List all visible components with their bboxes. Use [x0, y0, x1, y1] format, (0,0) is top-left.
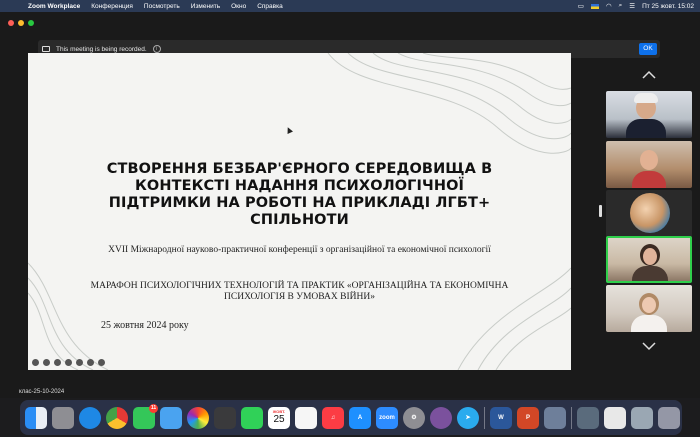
recording-icon — [42, 46, 50, 52]
participant-avatar-tile[interactable] — [606, 190, 692, 237]
music-icon[interactable]: ♫ — [322, 406, 344, 429]
participant-face — [642, 297, 656, 313]
zoom-in-icon[interactable] — [54, 359, 61, 366]
clock[interactable]: Пт 25 жовт. 15:02 — [642, 3, 694, 10]
recording-message: This meeting is being recorded. — [56, 45, 147, 53]
powerpoint-icon[interactable]: P — [517, 406, 539, 429]
panel-resize-handle[interactable] — [599, 205, 602, 217]
menu-edit[interactable]: Изменить — [191, 3, 220, 10]
participant-face — [640, 150, 658, 170]
minimize-window-button[interactable] — [18, 20, 24, 26]
app-store-icon[interactable]: A — [349, 406, 371, 429]
photo-booth-icon[interactable] — [214, 406, 236, 429]
battery-icon[interactable]: ▭ — [578, 2, 584, 10]
next-slide-icon[interactable] — [98, 359, 105, 366]
ok-button[interactable]: OK — [639, 43, 657, 55]
participant-hair — [634, 93, 658, 103]
zoom-app-icon[interactable]: zoom — [376, 406, 398, 429]
downloads-stack-icon[interactable] — [631, 406, 653, 429]
previous-slide-icon[interactable] — [32, 359, 39, 366]
participant-video-2[interactable] — [606, 141, 692, 188]
menu-window[interactable]: Окно — [231, 3, 246, 10]
system-settings-icon[interactable]: ⚙ — [403, 406, 425, 429]
participant-video-5[interactable] — [606, 285, 692, 332]
info-icon[interactable]: i — [152, 45, 161, 53]
slides-grid-icon[interactable] — [65, 359, 72, 366]
preview-icon[interactable] — [544, 406, 566, 429]
slide-title: СТВОРЕННЯ БЕЗБАР'ЄРНОГО СЕРЕДОВИЩА В КОН… — [106, 161, 493, 228]
word-icon[interactable]: W — [490, 406, 512, 429]
finder-icon[interactable] — [25, 406, 47, 429]
chevron-up-icon[interactable] — [641, 70, 657, 80]
recent-image-icon[interactable] — [604, 406, 626, 429]
spotlight-icon[interactable]: ⌕ — [619, 2, 623, 10]
participant-video-1[interactable] — [606, 91, 692, 138]
wifi-icon[interactable]: ◠ — [606, 2, 612, 10]
slide-toolbar — [32, 359, 105, 366]
mail-icon[interactable] — [160, 406, 182, 429]
window-title-label: клас-25-10-2024 — [19, 389, 65, 395]
more-options-icon[interactable] — [87, 359, 94, 366]
calendar-icon[interactable]: ЖОВТ. 25 — [268, 406, 290, 429]
shared-screen-slide: СТВОРЕННЯ БЕЗБАР'ЄРНОГО СЕРЕДОВИЩА В КОН… — [28, 53, 571, 370]
window-controls — [8, 20, 34, 26]
telegram-icon[interactable]: ➤ — [457, 406, 479, 429]
fullscreen-window-button[interactable] — [28, 20, 34, 26]
participant-body — [632, 171, 666, 188]
participant-video-active-speaker[interactable] — [606, 236, 692, 283]
keyboard-layout-flag-icon[interactable] — [590, 3, 599, 9]
control-center-icon[interactable]: ☰ — [629, 2, 635, 10]
calendar-day: 25 — [273, 413, 285, 425]
dock-separator — [484, 406, 485, 429]
menu-help[interactable]: Справка — [257, 3, 283, 10]
chrome-icon[interactable] — [106, 406, 128, 429]
menu-app-name[interactable]: Zoom Workplace — [28, 3, 80, 10]
close-window-button[interactable] — [8, 20, 14, 26]
recent-document-icon[interactable] — [577, 406, 599, 429]
chevron-down-icon[interactable] — [641, 341, 657, 351]
notes-icon[interactable] — [295, 406, 317, 429]
viber-icon[interactable] — [430, 406, 452, 429]
menu-bar: Zoom Workplace Конференция Посмотреть Из… — [0, 0, 700, 12]
dock-separator — [571, 406, 572, 429]
photos-icon[interactable] — [187, 406, 209, 429]
participant-body — [626, 119, 666, 138]
participant-avatar — [630, 193, 670, 233]
pen-icon[interactable] — [43, 359, 50, 366]
participant-body — [632, 266, 668, 281]
participant-face — [643, 248, 657, 265]
dock: 11 ЖОВТ. 25 ♫ A zoom ⚙ ➤ W P — [20, 400, 682, 435]
trash-icon[interactable] — [658, 406, 680, 429]
launchpad-icon[interactable] — [52, 406, 74, 429]
slide-subtitle-conference: XVII Міжнародної науково-практичної конф… — [108, 245, 491, 255]
safari-icon[interactable] — [79, 406, 101, 429]
slide-date: 25 жовтня 2024 року — [101, 320, 189, 331]
facetime-icon[interactable] — [241, 406, 263, 429]
status-area: ▭ ◠ ⌕ ☰ Пт 25 жовт. 15:02 — [578, 0, 694, 12]
menu-view[interactable]: Посмотреть — [144, 3, 180, 10]
slide-subtitle-marathon: МАРАФОН ПСИХОЛОГІЧНИХ ТЕХНОЛОГІЙ ТА ПРАК… — [90, 281, 509, 302]
participant-body — [631, 315, 667, 332]
messages-icon[interactable]: 11 — [133, 403, 158, 429]
subtitles-icon[interactable] — [76, 359, 83, 366]
messages-badge: 11 — [149, 403, 158, 413]
menu-conference[interactable]: Конференция — [91, 3, 133, 10]
